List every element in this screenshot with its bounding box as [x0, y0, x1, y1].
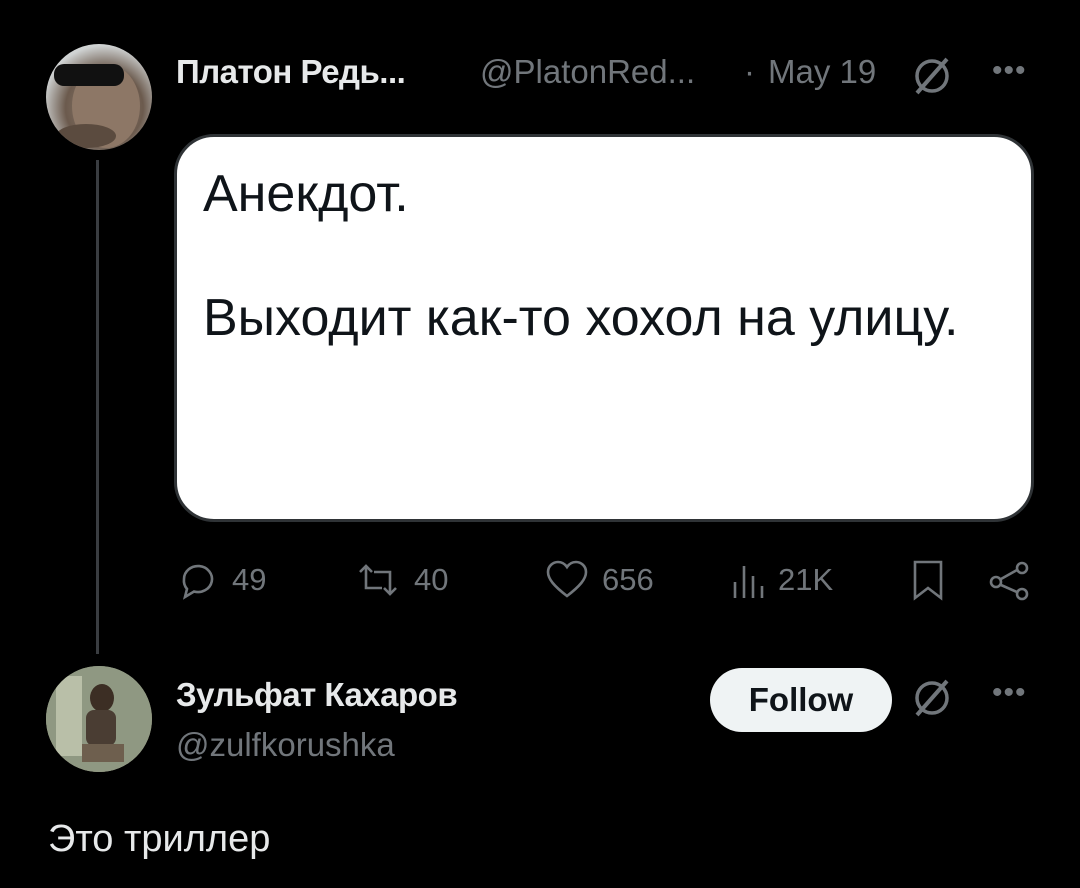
reply-author-handle[interactable]: @zulfkorushka: [176, 726, 395, 764]
tweet-author-name[interactable]: Платон Редь...: [176, 53, 406, 91]
like-count: 656: [602, 562, 654, 597]
avatar[interactable]: [46, 44, 152, 150]
more-options-icon[interactable]: •••: [992, 676, 1027, 710]
more-options-icon[interactable]: •••: [992, 54, 1027, 88]
reply-count: 49: [232, 562, 267, 597]
views-action[interactable]: 21K: [730, 552, 833, 608]
dot-separator: ·: [744, 53, 755, 90]
views-chart-icon: [733, 566, 764, 598]
thread-line: [96, 160, 99, 654]
reply-avatar[interactable]: [46, 666, 152, 772]
quoted-text: Анекдот. Выходит как-то хохол на улицу.: [203, 165, 959, 347]
avatar-image-icon: [46, 666, 152, 772]
heart-icon: [546, 560, 588, 598]
share-action[interactable]: [988, 552, 1032, 608]
grok-icon[interactable]: [910, 676, 954, 725]
reply-text: Это триллер: [48, 818, 271, 860]
like-action[interactable]: 656: [544, 552, 654, 608]
tweet-author-handle[interactable]: @PlatonRed...: [480, 53, 695, 91]
reply-icon: [182, 564, 214, 600]
reply-author-name[interactable]: Зульфат Кахаров: [176, 676, 458, 714]
reply-action[interactable]: 49: [176, 552, 266, 608]
tweet-date[interactable]: May 19: [768, 53, 876, 91]
follow-button[interactable]: Follow: [710, 668, 892, 732]
action-bar: 49 40 656 21K: [174, 552, 1044, 608]
retweet-icon: [359, 564, 397, 596]
retweet-count: 40: [414, 562, 449, 597]
retweet-action[interactable]: 40: [354, 552, 448, 608]
views-count: 21K: [778, 562, 834, 597]
share-icon: [989, 561, 1029, 601]
avatar-image-icon: [54, 64, 140, 148]
bookmark-icon: [913, 560, 943, 601]
grok-icon[interactable]: [910, 54, 954, 103]
bookmark-action[interactable]: [910, 552, 946, 608]
quoted-text-card[interactable]: Анекдот. Выходит как-то хохол на улицу.: [174, 134, 1034, 522]
